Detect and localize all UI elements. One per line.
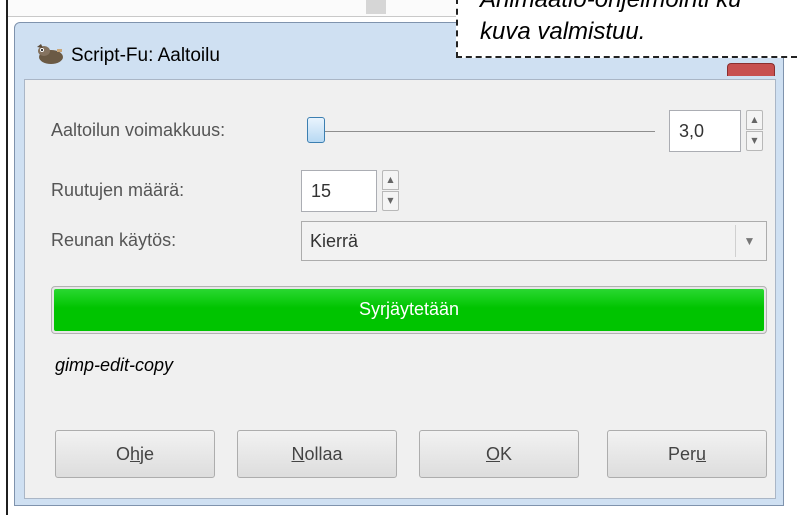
- tiles-increase-button[interactable]: ▲: [382, 170, 399, 190]
- tiles-spin-input[interactable]: 15: [301, 170, 377, 212]
- ok-button-mnemonic: O: [485, 444, 500, 464]
- intensity-label: Aaltoilun voimakkuus:: [51, 120, 226, 140]
- edge-behavior-select[interactable]: Kierrä ▼: [301, 221, 767, 261]
- intensity-value: 3,0: [679, 121, 705, 141]
- callout-line-1: Animaatio-ohjelmointi ku: [480, 0, 741, 14]
- chevron-down-icon[interactable]: ▼: [735, 225, 763, 257]
- background-window-edge: [8, 0, 468, 17]
- intensity-decrease-button[interactable]: ▼: [746, 131, 763, 151]
- intensity-slider-handle[interactable]: [307, 117, 325, 143]
- intensity-increase-button[interactable]: ▲: [746, 110, 763, 130]
- reset-button-mnemonic: N: [291, 444, 305, 464]
- background-window-item: [366, 0, 386, 14]
- cancel-button-mnemonic: u: [696, 444, 707, 464]
- edge-behavior-value: Kierrä: [310, 231, 359, 251]
- gimp-wilber-icon: [37, 44, 63, 64]
- reset-button[interactable]: Nollaa: [237, 430, 397, 478]
- help-button-mnemonic: h: [129, 444, 140, 464]
- intensity-slider-track[interactable]: [315, 131, 655, 132]
- tiles-label: Ruutujen määrä:: [51, 180, 185, 200]
- ok-button-label-rest: K: [500, 444, 513, 464]
- cancel-button[interactable]: Peru: [607, 430, 767, 478]
- help-button-label-rest: je: [140, 444, 155, 464]
- background-window-border: [6, 0, 8, 515]
- tiles-value: 15: [311, 181, 332, 201]
- close-button[interactable]: [727, 63, 775, 76]
- callout-line-2: kuva valmistuu.: [480, 18, 646, 45]
- help-button-label: O: [115, 444, 130, 464]
- progress-bar: Syrjäytetään: [51, 286, 767, 334]
- reset-button-label-rest: ollaa: [304, 444, 343, 464]
- help-button[interactable]: Ohje: [55, 430, 215, 478]
- tiles-spin-buttons: ▲ ▼: [382, 170, 399, 212]
- progress-text: Syrjäytetään: [358, 299, 460, 319]
- dialog-content: Aaltoilun voimakkuus: 3,0 ▲ ▼ Ruutujen m…: [24, 79, 776, 499]
- window-title: Script-Fu: Aaltoilu: [71, 45, 220, 66]
- ok-button[interactable]: OK: [419, 430, 579, 478]
- script-fu-dialog: Script-Fu: Aaltoilu Aaltoilun voimakkuus…: [14, 22, 784, 506]
- edge-label: Reunan käytös:: [51, 230, 177, 250]
- intensity-spin-buttons: ▲ ▼: [746, 110, 763, 152]
- cancel-button-label: Per: [667, 444, 696, 464]
- intensity-spin-input[interactable]: 3,0: [669, 110, 741, 152]
- annotation-callout: Animaatio-ohjelmointi ku kuva valmistuu.: [456, 0, 797, 58]
- status-text: gimp-edit-copy: [55, 355, 174, 375]
- tiles-decrease-button[interactable]: ▼: [382, 191, 399, 211]
